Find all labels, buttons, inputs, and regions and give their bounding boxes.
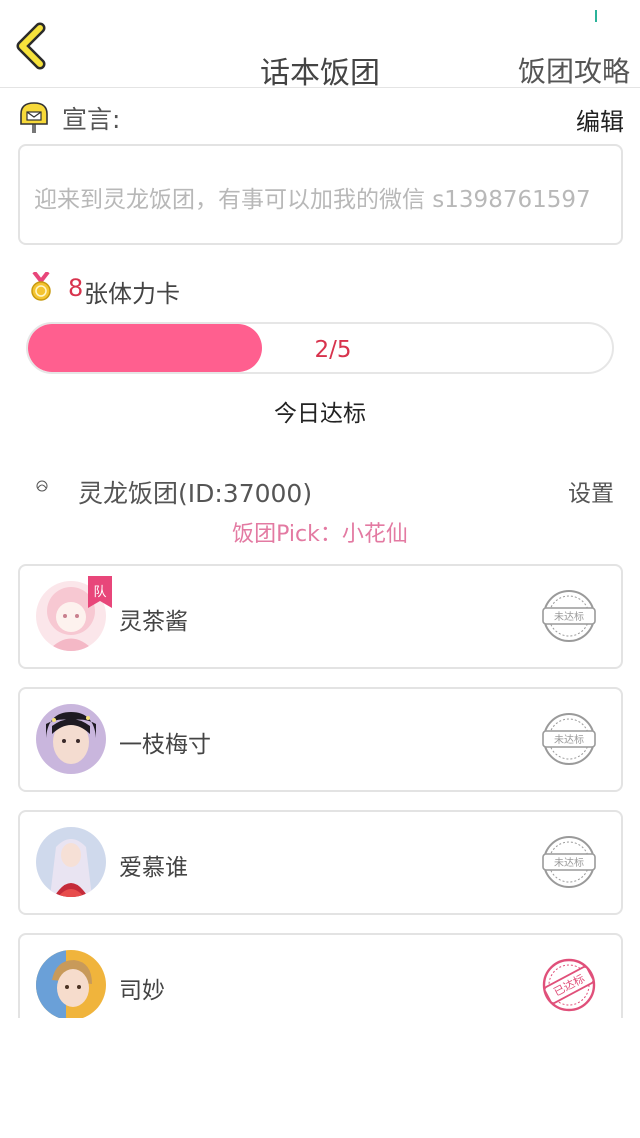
member-name: 爱慕谁 [119,855,188,881]
group-info: 灵龙饭团(ID:37000) 设置 [30,470,616,510]
leader-badge: 队 [88,576,112,608]
svg-text:未达标: 未达标 [554,611,584,623]
group-pick: 饭团Pick：小花仙 [232,522,408,547]
stamina-count: 8 [68,274,84,302]
svg-text:未达标: 未达标 [554,734,584,746]
not-reached-stamp-icon: 未达标 [542,590,596,642]
group-settings-button[interactable]: 设置 [568,474,614,508]
header: 话本饭团 饭团攻略 [0,0,640,91]
stamina-cards: 8 张体力卡 [30,272,330,308]
group-guide-link[interactable]: 饭团攻略 [518,50,630,90]
reached-stamp-icon: 已达标 [542,958,596,1012]
member-name: 司妙 [119,978,165,1004]
avatar [36,950,106,1018]
avatar [36,704,106,774]
mailbox-icon [20,102,48,133]
declaration-box: 迎来到灵龙饭团，有事可以加我的微信 s1398761597 [18,144,623,245]
not-reached-stamp-icon: 未达标 [542,836,596,888]
svg-text:未达标: 未达标 [554,857,584,869]
medal-icon [31,272,51,301]
declaration-header: 宣言: 编辑 [18,98,624,138]
list-clip: 司妙 已达标 [0,920,640,1018]
member-card[interactable]: 爱慕谁 未达标 [18,810,623,915]
member-card[interactable]: 司妙 已达标 [18,933,623,1018]
declaration-label: 宣言: [62,105,121,134]
group-name: 灵龙饭团(ID:37000) [78,479,313,508]
stamina-label: 张体力卡 [84,280,180,308]
declaration-text: 迎来到灵龙饭团，有事可以加我的微信 s1398761597 [34,187,591,213]
member-card[interactable]: 一枝梅寸 未达标 [18,687,623,792]
progress-text: 2/5 [314,337,352,363]
edit-declaration-button[interactable]: 编辑 [576,102,624,137]
member-card[interactable]: 队 灵茶酱 未达标 [18,564,623,669]
today-target-label: 今日达标 [274,401,366,427]
group-logo-icon [36,480,48,492]
member-name: 一枝梅寸 [119,732,211,758]
daily-progress-bar: 2/5 [26,322,614,374]
not-reached-stamp-icon: 未达标 [542,713,596,765]
member-name: 灵茶酱 [119,609,188,635]
avatar [36,827,106,897]
